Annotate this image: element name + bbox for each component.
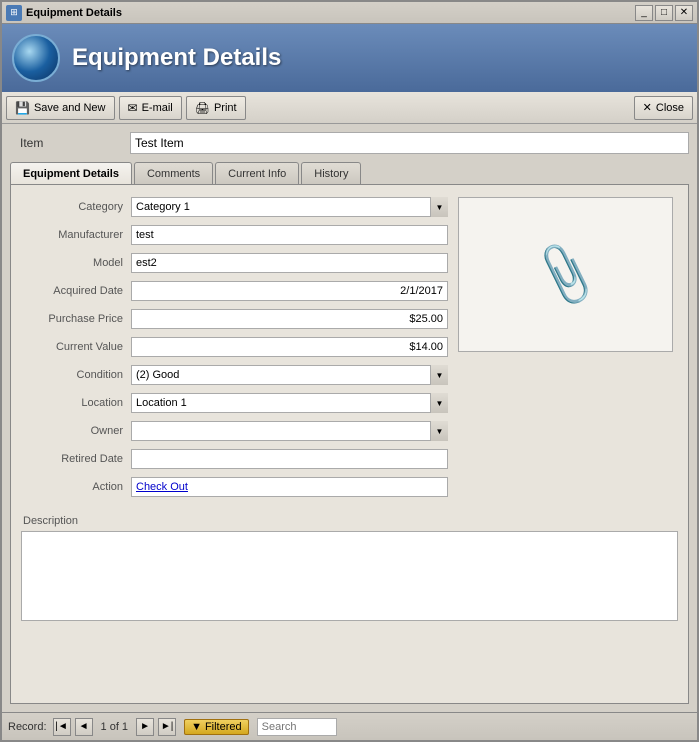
email-label: E-mail [142,102,173,114]
close-icon: ✕ [643,101,652,114]
owner-row: Owner ▼ [21,419,448,443]
paperclip-icon: 📎 [529,239,601,310]
model-input[interactable] [131,253,448,273]
category-select[interactable]: Category 1 Category 2 Category 3 [131,197,448,217]
prev-record-button[interactable]: ◄ [75,718,93,736]
manufacturer-label: Manufacturer [21,229,131,241]
tab-equipment-details[interactable]: Equipment Details [10,162,132,184]
item-input[interactable] [130,132,689,154]
manufacturer-row: Manufacturer [21,223,448,247]
print-icon: 🖨 [195,101,210,115]
retired-date-input[interactable] [131,449,448,469]
model-row: Model [21,251,448,275]
save-new-button[interactable]: 💾 Save and New [6,96,115,120]
current-value-label: Current Value [21,341,131,353]
email-button[interactable]: ✉ E-mail [119,96,182,120]
title-bar: ⊞ Equipment Details _ □ ✕ [2,2,697,24]
action-row: Action Check Out [21,475,448,499]
tab-history-label: History [314,168,348,180]
filtered-badge[interactable]: ▼ Filtered [184,719,249,735]
image-placeholder[interactable]: 📎 [458,197,673,352]
toolbar: 💾 Save and New ✉ E-mail 🖨 Print ✕ Close [2,92,697,124]
acquired-date-label: Acquired Date [21,285,131,297]
action-label: Action [21,481,131,493]
close-label: Close [656,102,684,114]
filtered-label: Filtered [205,721,242,733]
title-bar-controls: _ □ ✕ [635,5,693,21]
action-field: Check Out [131,477,448,497]
first-record-button[interactable]: |◄ [53,718,71,736]
model-label: Model [21,257,131,269]
check-out-link[interactable]: Check Out [136,481,188,493]
window-title: Equipment Details [26,7,635,19]
condition-row: Condition (1) Excellent (2) Good (3) Fai… [21,363,448,387]
form-main: Category Category 1 Category 2 Category … [21,195,678,503]
category-select-wrapper: Category 1 Category 2 Category 3 ▼ [131,197,448,217]
owner-select[interactable] [131,421,448,441]
print-label: Print [214,102,237,114]
location-row: Location Location 1 Location 2 Location … [21,391,448,415]
header-banner: Equipment Details [2,24,697,92]
description-section: Description [21,515,678,624]
description-label: Description [21,515,678,527]
tab-comments-label: Comments [147,168,200,180]
tab-comments[interactable]: Comments [134,162,213,184]
restore-button[interactable]: □ [655,5,673,21]
record-label: Record: [8,721,47,733]
item-row: Item [10,132,689,154]
condition-label: Condition [21,369,131,381]
window-close-button[interactable]: ✕ [675,5,693,21]
tab-bar: Equipment Details Comments Current Info … [10,162,689,184]
filter-icon: ▼ [191,721,202,733]
status-bar: Record: |◄ ◄ 1 of 1 ► ►| ▼ Filtered [2,712,697,740]
minimize-button[interactable]: _ [635,5,653,21]
manufacturer-input[interactable] [131,225,448,245]
location-select[interactable]: Location 1 Location 2 Location 3 [131,393,448,413]
description-textarea[interactable] [21,531,678,621]
header-title: Equipment Details [72,44,281,72]
form-left: Category Category 1 Category 2 Category … [21,195,448,503]
save-icon: 💾 [15,101,30,115]
category-row: Category Category 1 Category 2 Category … [21,195,448,219]
current-value-row: Current Value [21,335,448,359]
tab-current-info-label: Current Info [228,168,286,180]
retired-date-label: Retired Date [21,453,131,465]
current-value-input[interactable] [131,337,448,357]
email-icon: ✉ [128,101,138,115]
form-panel: Category Category 1 Category 2 Category … [10,184,689,704]
tab-current-info[interactable]: Current Info [215,162,299,184]
tab-history[interactable]: History [301,162,361,184]
item-label: Item [10,136,130,150]
purchase-price-input[interactable] [131,309,448,329]
search-input[interactable] [257,718,337,736]
acquired-date-row: Acquired Date [21,279,448,303]
globe-icon [12,34,60,82]
purchase-price-row: Purchase Price [21,307,448,331]
owner-label: Owner [21,425,131,437]
purchase-price-label: Purchase Price [21,313,131,325]
owner-select-wrapper: ▼ [131,421,448,441]
next-record-button[interactable]: ► [136,718,154,736]
window-icon: ⊞ [6,5,22,21]
content-area: Item Equipment Details Comments Current … [2,124,697,712]
last-record-button[interactable]: ►| [158,718,176,736]
retired-date-row: Retired Date [21,447,448,471]
condition-select-wrapper: (1) Excellent (2) Good (3) Fair (4) Poor… [131,365,448,385]
acquired-date-input[interactable] [131,281,448,301]
form-right: 📎 [458,195,678,503]
close-button[interactable]: ✕ Close [634,96,693,120]
save-new-label: Save and New [34,102,106,114]
tab-equipment-details-label: Equipment Details [23,168,119,180]
condition-select[interactable]: (1) Excellent (2) Good (3) Fair (4) Poor [131,365,448,385]
print-button[interactable]: 🖨 Print [186,96,246,120]
record-info: 1 of 1 [97,721,133,733]
location-label: Location [21,397,131,409]
category-label: Category [21,201,131,213]
equipment-details-window: ⊞ Equipment Details _ □ ✕ Equipment Deta… [0,0,699,742]
location-select-wrapper: Location 1 Location 2 Location 3 ▼ [131,393,448,413]
